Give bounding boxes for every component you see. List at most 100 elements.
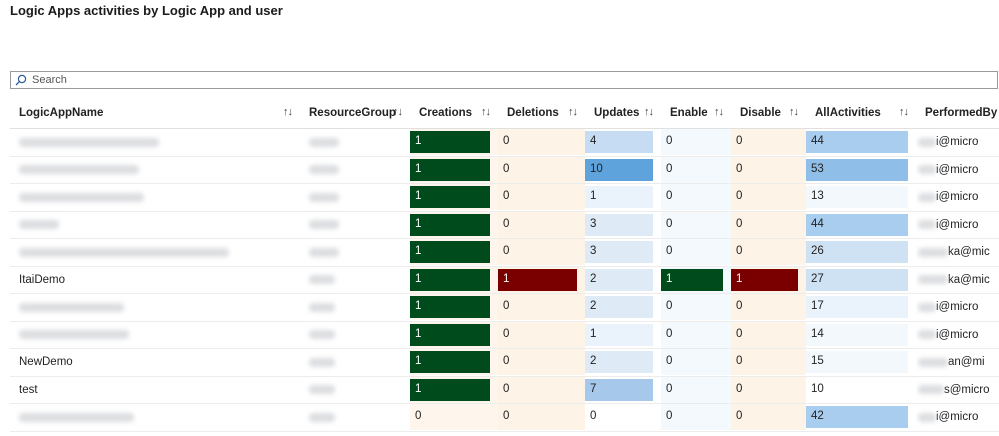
logicapp-name: test — [19, 383, 38, 396]
cell-updates: 7 — [585, 376, 661, 404]
column-header-performedby[interactable]: PerformedBy — [916, 98, 999, 129]
cell-enable: 0 — [661, 348, 731, 377]
disable-value: 0 — [736, 382, 743, 395]
table-row[interactable]: NewDemo 1 0 2 0 0 15 an@mi — [10, 348, 999, 377]
column-header-allactivities[interactable]: AllActivities ↑↓ — [806, 98, 916, 129]
enable-value: 0 — [666, 135, 673, 148]
deletions-value: 0 — [503, 135, 510, 148]
cell-resourcegroup — [300, 128, 410, 157]
performed-by-email: i@micro — [936, 163, 979, 176]
column-header-deletions[interactable]: Deletions ↑↓ — [498, 98, 585, 129]
cell-performedby: ka@mic — [916, 266, 999, 294]
table-row[interactable]: 1 0 2 0 0 17 i@micro — [10, 293, 999, 322]
all-value: 17 — [811, 300, 824, 313]
column-header-disable[interactable]: Disable ↑↓ — [731, 98, 806, 129]
cell-disable: 0 — [731, 403, 806, 432]
enable-value: 0 — [666, 190, 673, 203]
sort-arrows-icon[interactable]: ↑↓ — [644, 106, 654, 118]
column-header-label: ResourceGroup — [309, 107, 396, 119]
redacted-text — [309, 165, 339, 175]
performed-by-email: i@micro — [936, 328, 979, 341]
table-row[interactable]: 1 0 3 0 0 44 i@micro — [10, 211, 999, 239]
heat-fill — [410, 213, 490, 236]
redacted-text — [19, 302, 124, 312]
cell-logicappname — [10, 321, 300, 349]
cell-creations: 1 — [410, 128, 498, 157]
cell-logicappname — [10, 293, 300, 322]
cell-resourcegroup — [300, 348, 410, 377]
deletions-value: 0 — [503, 162, 510, 175]
cell-enable: 0 — [661, 211, 731, 239]
sort-arrows-icon[interactable]: ↑↓ — [393, 106, 403, 118]
table-row[interactable]: 1 0 1 0 0 14 i@micro — [10, 321, 999, 349]
sort-arrows-icon[interactable]: ↑↓ — [714, 106, 724, 118]
performed-by-email: i@micro — [936, 301, 979, 314]
heat-fill — [498, 268, 577, 291]
redacted-text — [918, 137, 936, 147]
column-header-logicappname[interactable]: LogicAppName ↑↓ — [10, 98, 300, 129]
column-header-updates[interactable]: Updates ↑↓ — [585, 98, 661, 129]
cell-all: 13 — [806, 183, 916, 212]
redacted-text — [309, 357, 335, 367]
sort-arrows-icon[interactable]: ↑↓ — [789, 106, 799, 118]
cell-enable: 0 — [661, 183, 731, 212]
column-header-enable[interactable]: Enable ↑↓ — [661, 98, 731, 129]
cell-performedby: s@micro — [916, 376, 999, 404]
all-value: 15 — [811, 355, 824, 368]
cell-disable: 0 — [731, 238, 806, 267]
enable-value: 0 — [666, 327, 673, 340]
disable-value: 0 — [736, 410, 743, 423]
search-input[interactable]: Search — [10, 71, 998, 89]
deletions-value: 0 — [503, 245, 510, 258]
column-header-resourcegroup[interactable]: ResourceGroup ↑↓ — [300, 98, 410, 129]
table-row[interactable]: 1 0 1 0 0 13 i@micro — [10, 183, 999, 212]
redacted-text — [309, 275, 335, 285]
table-row[interactable]: 0 0 0 0 0 42 i@micro — [10, 403, 999, 432]
cell-resourcegroup — [300, 403, 410, 432]
heat-fill — [410, 241, 490, 264]
creations-value: 1 — [415, 382, 422, 395]
cell-deletions: 0 — [498, 183, 585, 212]
column-header-label: Updates — [594, 107, 640, 119]
redacted-text — [309, 302, 335, 312]
cell-updates: 1 — [585, 183, 661, 212]
updates-value: 3 — [590, 245, 597, 258]
table-row[interactable]: 1 0 4 0 0 44 i@micro — [10, 128, 999, 157]
performed-by-email: s@micro — [944, 383, 990, 396]
performed-by-email: an@mi — [948, 356, 985, 369]
table-row[interactable]: 1 0 10 0 0 53 i@micro — [10, 156, 999, 184]
performed-by-email: ka@mic — [948, 246, 990, 259]
cell-all: 44 — [806, 128, 916, 157]
table-row[interactable]: test 1 0 7 0 0 10 s@micro — [10, 376, 999, 404]
cell-logicappname — [10, 128, 300, 157]
enable-value: 0 — [666, 355, 673, 368]
cell-deletions: 0 — [498, 156, 585, 184]
table-row[interactable]: ItaiDemo 1 1 2 1 1 27 ka@mic — [10, 266, 999, 294]
logicapp-name: ItaiDemo — [19, 273, 66, 286]
cell-enable: 0 — [661, 376, 731, 404]
cell-updates: 2 — [585, 293, 661, 322]
cell-all: 10 — [806, 376, 916, 404]
cell-all: 15 — [806, 348, 916, 377]
cell-all: 44 — [806, 211, 916, 239]
redacted-text — [918, 385, 944, 395]
cell-logicappname: test — [10, 376, 300, 404]
creations-value: 1 — [415, 245, 422, 258]
table-row[interactable]: 1 0 3 0 0 26 ka@mic — [10, 238, 999, 267]
cell-enable: 0 — [661, 403, 731, 432]
sort-arrows-icon[interactable]: ↑↓ — [481, 106, 491, 118]
column-header-creations[interactable]: Creations ↑↓ — [410, 98, 498, 129]
updates-value: 4 — [590, 135, 597, 148]
sort-arrows-icon[interactable]: ↑↓ — [899, 106, 909, 118]
cell-deletions: 1 — [498, 266, 585, 294]
sort-arrows-icon[interactable]: ↑↓ — [283, 106, 293, 118]
redacted-text — [19, 165, 139, 175]
sort-arrows-icon[interactable]: ↑↓ — [568, 106, 578, 118]
performed-by-email: i@micro — [936, 191, 979, 204]
cell-disable: 0 — [731, 348, 806, 377]
table-body: 1 0 4 0 0 44 i@micro 1 0 10 0 0 53 i@micro 1 0 1 0 0 13 i@mi… — [10, 128, 999, 432]
updates-value: 3 — [590, 217, 597, 230]
search-placeholder: Search — [32, 74, 67, 86]
cell-updates: 3 — [585, 238, 661, 267]
cell-creations: 1 — [410, 376, 498, 404]
